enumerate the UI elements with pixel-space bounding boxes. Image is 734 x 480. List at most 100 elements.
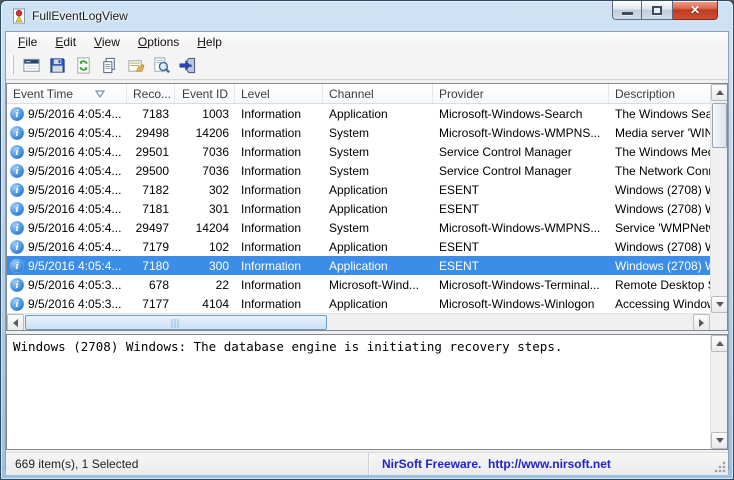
cell-provider: Microsoft-Windows-WMPNS... xyxy=(433,221,609,235)
exit-button[interactable] xyxy=(174,53,200,77)
scroll-left-button[interactable] xyxy=(7,314,24,331)
menu-file[interactable]: File xyxy=(9,33,46,51)
information-level-icon: i xyxy=(10,202,24,216)
cell-description: The Windows Sear xyxy=(609,107,710,121)
cell-record: 7181 xyxy=(127,202,175,216)
horizontal-scrollbar[interactable] xyxy=(7,313,710,330)
column-header-time[interactable]: Event Time xyxy=(7,84,127,103)
column-label: Event Time xyxy=(13,87,73,101)
scroll-up-button[interactable] xyxy=(711,84,728,101)
detail-scroll-down-button[interactable] xyxy=(711,432,728,449)
cell-description: Accessing Window xyxy=(609,297,710,311)
vertical-scrollbar[interactable] xyxy=(710,84,727,313)
cell-time: i9/5/2016 4:05:4... xyxy=(7,145,127,159)
refresh-button[interactable] xyxy=(70,53,96,77)
cell-channel: Application xyxy=(323,202,433,216)
cell-event_id: 22 xyxy=(175,278,235,292)
app-icon xyxy=(11,8,27,24)
detail-pane[interactable]: Windows (2708) Windows: The database eng… xyxy=(6,334,728,450)
event-row[interactable]: i9/5/2016 4:05:3...71774104InformationAp… xyxy=(7,294,710,313)
toolbar-grip[interactable] xyxy=(11,55,14,75)
cell-channel: System xyxy=(323,145,433,159)
detail-scroll-up-button[interactable] xyxy=(711,335,728,352)
cell-provider: ESENT xyxy=(433,183,609,197)
title-bar[interactable]: FullEventLogView ✕ xyxy=(1,1,733,31)
cell-record: 678 xyxy=(127,278,175,292)
scroll-down-button[interactable] xyxy=(711,296,728,313)
event-row[interactable]: i9/5/2016 4:05:4...2949714204Information… xyxy=(7,218,710,237)
data-source-icon xyxy=(22,56,41,75)
menu-edit[interactable]: Edit xyxy=(46,33,85,51)
nirsoft-link[interactable]: NirSoft Freeware. http://www.nirsoft.net xyxy=(382,457,611,471)
menu-view[interactable]: View xyxy=(85,33,129,51)
app-window: FullEventLogView ✕ FileEditViewOptionsHe… xyxy=(0,0,734,480)
detail-vertical-scrollbar[interactable] xyxy=(710,335,727,449)
minimize-button[interactable] xyxy=(612,1,642,20)
arrow-up-icon xyxy=(716,337,724,346)
cell-event_id: 102 xyxy=(175,240,235,254)
close-button[interactable]: ✕ xyxy=(673,1,718,20)
maximize-button[interactable] xyxy=(642,1,673,20)
event-row[interactable]: i9/5/2016 4:05:4...71831003InformationAp… xyxy=(7,104,710,123)
event-row-selected[interactable]: i9/5/2016 4:05:4...7180300InformationApp… xyxy=(7,256,710,275)
find-button[interactable] xyxy=(148,53,174,77)
save-button[interactable] xyxy=(44,53,70,77)
cell-description: Remote Desktop S xyxy=(609,278,710,292)
arrow-down-icon xyxy=(716,438,724,447)
cell-level: Information xyxy=(235,107,323,121)
column-header-record[interactable]: Reco... xyxy=(127,84,175,103)
find-icon xyxy=(152,56,171,75)
menu-help[interactable]: Help xyxy=(188,33,231,51)
cell-description: Windows (2708) W xyxy=(609,259,710,273)
cell-description: The Network Conn xyxy=(609,164,710,178)
event-row[interactable]: i9/5/2016 4:05:4...295007036InformationS… xyxy=(7,161,710,180)
arrow-up-icon xyxy=(716,86,724,95)
column-header-event_id[interactable]: Event ID xyxy=(175,84,235,103)
cell-channel: Application xyxy=(323,259,433,273)
event-time-text: 9/5/2016 4:05:3... xyxy=(28,297,121,311)
cell-level: Information xyxy=(235,240,323,254)
copy-button[interactable] xyxy=(96,53,122,77)
column-header-description[interactable]: Description xyxy=(609,84,710,103)
column-label: Provider xyxy=(439,87,484,101)
cell-time: i9/5/2016 4:05:3... xyxy=(7,297,127,311)
column-header-provider[interactable]: Provider xyxy=(433,84,609,103)
cell-level: Information xyxy=(235,164,323,178)
information-level-icon: i xyxy=(10,278,24,292)
horizontal-scroll-thumb[interactable] xyxy=(25,315,327,330)
menu-options[interactable]: Options xyxy=(129,33,188,51)
cell-time: i9/5/2016 4:05:4... xyxy=(7,221,127,235)
cell-description: The Windows Med xyxy=(609,145,710,159)
cell-channel: System xyxy=(323,164,433,178)
cell-channel: System xyxy=(323,221,433,235)
scroll-right-button[interactable] xyxy=(693,314,710,331)
cell-record: 7182 xyxy=(127,183,175,197)
event-row[interactable]: i9/5/2016 4:05:4...7182302InformationApp… xyxy=(7,180,710,199)
cell-time: i9/5/2016 4:05:4... xyxy=(7,240,127,254)
column-header-channel[interactable]: Channel xyxy=(323,84,433,103)
event-row[interactable]: i9/5/2016 4:05:4...2949814206Information… xyxy=(7,123,710,142)
status-bar: 669 item(s), 1 Selected NirSoft Freeware… xyxy=(6,452,728,475)
thumb-grip-icon xyxy=(172,319,181,328)
vertical-scroll-thumb[interactable] xyxy=(712,103,727,148)
event-row[interactable]: i9/5/2016 4:05:4...7179102InformationApp… xyxy=(7,237,710,256)
event-time-text: 9/5/2016 4:05:4... xyxy=(28,183,121,197)
resize-grip-icon[interactable] xyxy=(714,461,726,473)
copy-icon xyxy=(100,56,119,75)
cell-description: Windows (2708) W xyxy=(609,240,710,254)
event-row[interactable]: i9/5/2016 4:05:3...67822InformationMicro… xyxy=(7,275,710,294)
data-source-button[interactable] xyxy=(18,53,44,77)
cell-event_id: 1003 xyxy=(175,107,235,121)
event-row[interactable]: i9/5/2016 4:05:4...7181301InformationApp… xyxy=(7,199,710,218)
toolbar xyxy=(6,51,728,80)
list-rows: i9/5/2016 4:05:4...71831003InformationAp… xyxy=(7,104,710,313)
cell-level: Information xyxy=(235,278,323,292)
event-row[interactable]: i9/5/2016 4:05:4...295017036InformationS… xyxy=(7,142,710,161)
column-header-level[interactable]: Level xyxy=(235,84,323,103)
cell-event_id: 301 xyxy=(175,202,235,216)
detail-text: Windows (2708) Windows: The database eng… xyxy=(13,339,703,354)
event-time-text: 9/5/2016 4:05:4... xyxy=(28,164,121,178)
properties-button[interactable] xyxy=(122,53,148,77)
cell-provider: ESENT xyxy=(433,259,609,273)
cell-event_id: 4104 xyxy=(175,297,235,311)
